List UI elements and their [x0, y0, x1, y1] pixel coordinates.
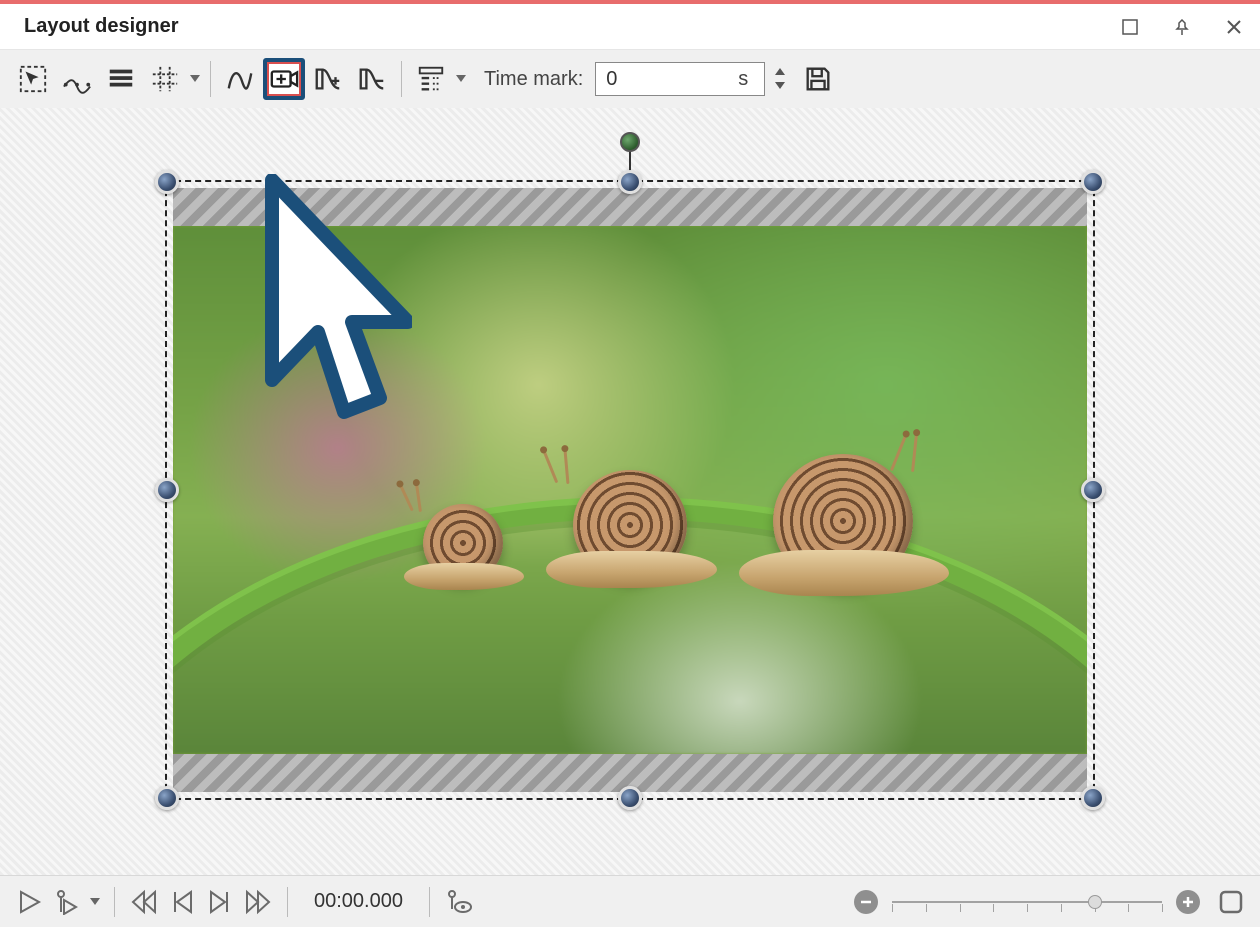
- add-keyframe-icon[interactable]: [307, 58, 349, 100]
- grid-dropdown-caret-icon[interactable]: [188, 75, 202, 83]
- prev-frame-button[interactable]: [165, 885, 199, 919]
- time-mark-label: Time mark:: [484, 68, 583, 91]
- time-spinner-up-icon[interactable]: [771, 65, 789, 79]
- handle-nw[interactable]: [155, 170, 179, 194]
- zoom-fit-button[interactable]: [1214, 885, 1248, 919]
- preview-visibility-icon[interactable]: [442, 885, 476, 919]
- properties-icon[interactable]: [410, 58, 452, 100]
- window-title: Layout designer: [24, 15, 178, 38]
- playbar-separator: [114, 887, 115, 917]
- handle-n[interactable]: [618, 170, 642, 194]
- grid-icon[interactable]: [144, 58, 186, 100]
- handle-sw[interactable]: [155, 786, 179, 810]
- layers-icon[interactable]: [100, 58, 142, 100]
- timecode: 00:00.000: [314, 890, 403, 913]
- next-frame-button[interactable]: [203, 885, 237, 919]
- zoom-in-button[interactable]: [1176, 890, 1200, 914]
- time-mark-input[interactable]: 0 s: [595, 62, 765, 96]
- canvas-area[interactable]: [0, 108, 1260, 875]
- toolbar-separator: [401, 61, 402, 97]
- play-range-button[interactable]: [50, 885, 84, 919]
- rewind-start-button[interactable]: [127, 885, 161, 919]
- camera-move-tool-icon[interactable]: [263, 58, 305, 100]
- playbar-separator: [429, 887, 430, 917]
- playbar-separator: [287, 887, 288, 917]
- time-mark-unit: s: [738, 68, 748, 91]
- play-button[interactable]: [12, 885, 46, 919]
- media-frame: [173, 188, 1087, 792]
- time-mark-value: 0: [606, 68, 738, 91]
- remove-keyframe-icon[interactable]: [351, 58, 393, 100]
- play-range-caret-icon[interactable]: [88, 898, 102, 906]
- zoom-controls: [854, 885, 1248, 919]
- zoom-slider-thumb[interactable]: [1088, 895, 1102, 909]
- playbar: 00:00.000: [0, 875, 1260, 927]
- zoom-slider[interactable]: [892, 890, 1162, 914]
- maximize-button[interactable]: [1120, 17, 1140, 37]
- rotation-handle[interactable]: [620, 132, 640, 152]
- zoom-out-button[interactable]: [854, 890, 878, 914]
- save-icon[interactable]: [797, 58, 839, 100]
- toolbar: Time mark: 0 s: [0, 50, 1260, 108]
- handle-w[interactable]: [155, 478, 179, 502]
- snap-points-icon[interactable]: [56, 58, 98, 100]
- pin-button[interactable]: [1172, 17, 1192, 37]
- handle-s[interactable]: [618, 786, 642, 810]
- window-controls: [1120, 17, 1244, 37]
- toolbar-separator: [210, 61, 211, 97]
- close-button[interactable]: [1224, 17, 1244, 37]
- handle-ne[interactable]: [1081, 170, 1105, 194]
- curve-tool-icon[interactable]: [219, 58, 261, 100]
- time-spinner-down-icon[interactable]: [771, 79, 789, 93]
- forward-end-button[interactable]: [241, 885, 275, 919]
- handle-se[interactable]: [1081, 786, 1105, 810]
- selection-box[interactable]: [165, 180, 1095, 800]
- handle-e[interactable]: [1081, 478, 1105, 502]
- titlebar: Layout designer: [0, 4, 1260, 50]
- time-spinner: [771, 65, 789, 93]
- properties-dropdown-caret-icon[interactable]: [454, 75, 468, 83]
- media-photo: [173, 226, 1087, 754]
- selection-tool-icon[interactable]: [12, 58, 54, 100]
